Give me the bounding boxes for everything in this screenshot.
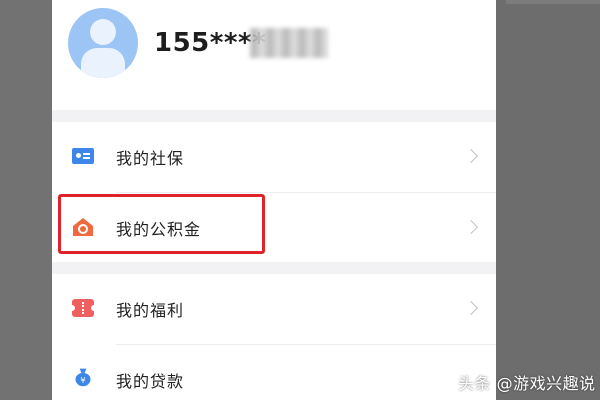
phone-number-blur-mask bbox=[250, 28, 328, 58]
profile-header: 155**** bbox=[52, 0, 496, 110]
user-avatar-icon[interactable] bbox=[68, 8, 138, 78]
menu-item-benefits[interactable]: 我的福利 bbox=[52, 274, 496, 344]
menu-item-label: 我的福利 bbox=[116, 301, 185, 320]
ticket-icon bbox=[69, 299, 97, 317]
chevron-right-icon bbox=[463, 219, 479, 235]
background-left bbox=[0, 0, 52, 400]
menu-item-social-security[interactable]: 我的社保 bbox=[52, 122, 496, 192]
money-bag-icon: ¥ bbox=[75, 368, 91, 387]
chevron-right-icon bbox=[463, 148, 479, 164]
highlight-box bbox=[58, 194, 265, 254]
chevron-right-icon bbox=[463, 300, 479, 316]
menu-group-2: 我的福利 ¥ 我的贷款 bbox=[52, 274, 496, 400]
menu-item-loans[interactable]: ¥ 我的贷款 bbox=[52, 345, 496, 400]
svg-text:¥: ¥ bbox=[80, 375, 85, 385]
menu-item-label: 我的贷款 bbox=[116, 372, 185, 391]
menu-item-label: 我的社保 bbox=[116, 149, 185, 168]
id-card-icon bbox=[72, 148, 94, 164]
background-right bbox=[496, 0, 600, 400]
watermark: 头条 @游戏兴趣说 bbox=[458, 374, 596, 393]
